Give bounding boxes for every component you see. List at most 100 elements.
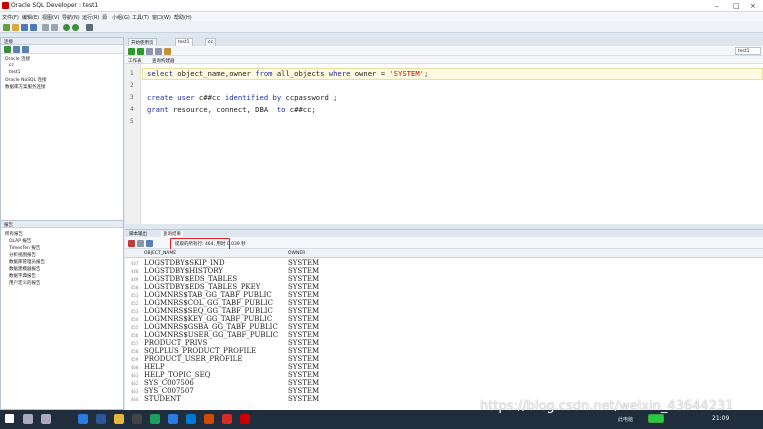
redo-icon[interactable] <box>51 24 58 31</box>
minimize-button[interactable]: – <box>715 2 719 10</box>
table-row[interactable]: 455 LOGMNRS$GSBA_GG_TABF_PUBLIC SYSTEM <box>125 323 763 331</box>
print-icon[interactable] <box>137 240 144 247</box>
rollback-icon[interactable] <box>155 48 162 55</box>
cell-owner[interactable]: SYSTEM <box>288 347 319 355</box>
tree-item-cc[interactable]: cc <box>9 63 14 68</box>
sql-editor[interactable]: 1 2 3 4 5 select object_name,owner from … <box>125 64 763 224</box>
cell-object-name[interactable]: LOGSTDBY$SKIP_IND <box>144 259 225 267</box>
app-icon[interactable] <box>204 414 214 424</box>
tree-item-nosql[interactable]: Oracle NoSQL 连接 <box>5 77 47 83</box>
cell-object-name[interactable]: SYS_C007506 <box>144 379 194 387</box>
forward-icon[interactable] <box>72 24 79 31</box>
menu-edit[interactable]: 编辑(E) <box>22 14 39 21</box>
tree-item-dictionary[interactable]: 数据字典报告 <box>9 273 36 279</box>
table-row[interactable]: 462 SYS_C007506 SYSTEM <box>125 379 763 387</box>
table-row[interactable]: 447 LOGSTDBY$SKIP_IND SYSTEM <box>125 259 763 267</box>
new-icon[interactable] <box>3 24 10 31</box>
menu-tools[interactable]: 工具(T) <box>132 14 149 21</box>
add-connection-icon[interactable] <box>4 46 11 53</box>
edge-icon[interactable] <box>168 414 178 424</box>
cell-object-name[interactable]: LOGSTDBY$HISTORY <box>144 267 223 275</box>
tree-item-dba[interactable]: 数据库管理员报告 <box>9 259 45 265</box>
run-statement-icon[interactable] <box>128 48 135 55</box>
cell-object-name[interactable]: LOGMNRS$USER_GG_TABF_PUBLIC <box>144 331 278 339</box>
menu-navigate[interactable]: 导航(N) <box>62 14 80 21</box>
tree-item-olap[interactable]: OLAP 报告 <box>9 238 31 244</box>
tree-item-schema[interactable]: 数据库方案服务连接 <box>5 84 46 90</box>
cell-object-name[interactable]: LOGMNRS$COL_GG_TABF_PUBLIC <box>144 299 273 307</box>
menu-run[interactable]: 运行(R) <box>82 14 99 21</box>
cell-object-name[interactable]: HELP <box>144 363 165 371</box>
menu-view[interactable]: 视图(V) <box>42 14 59 21</box>
cell-owner[interactable]: SYSTEM <box>288 363 319 371</box>
cell-owner[interactable]: SYSTEM <box>288 379 319 387</box>
cell-object-name[interactable]: PRODUCT_USER_PROFILE <box>144 355 242 363</box>
cell-object-name[interactable]: PRODUCT_PRIVS <box>144 339 207 347</box>
cell-owner[interactable]: SYSTEM <box>288 387 319 395</box>
run-script-icon[interactable] <box>137 48 144 55</box>
cell-owner[interactable]: SYSTEM <box>288 299 319 307</box>
explain-icon[interactable] <box>164 48 171 55</box>
cell-object-name[interactable]: LOGMNRS$SEQ_GG_TABF_PUBLIC <box>144 307 273 315</box>
undo-icon[interactable] <box>42 24 49 31</box>
column-header-owner[interactable]: OWNER <box>288 251 305 256</box>
table-row[interactable]: 459 PRODUCT_USER_PROFILE SYSTEM <box>125 355 763 363</box>
pin-icon[interactable] <box>128 240 135 247</box>
table-row[interactable]: 457 PRODUCT_PRIVS SYSTEM <box>125 339 763 347</box>
cell-owner[interactable]: SYSTEM <box>288 323 319 331</box>
table-row[interactable]: 448 LOGSTDBY$HISTORY SYSTEM <box>125 267 763 275</box>
cell-owner[interactable]: SYSTEM <box>288 307 319 315</box>
cell-object-name[interactable]: SQLPLUS_PRODUCT_PROFILE <box>144 347 256 355</box>
browser-icon[interactable] <box>78 414 88 424</box>
word-icon[interactable] <box>96 414 106 424</box>
cell-owner[interactable]: SYSTEM <box>288 283 319 291</box>
table-row[interactable]: 453 LOGMNRS$SEQ_GG_TABF_PUBLIC SYSTEM <box>125 307 763 315</box>
tab-start[interactable]: 开始使用页 <box>128 38 157 46</box>
cell-object-name[interactable]: HELP_TOPIC_SEQ <box>144 371 210 379</box>
save-all-icon[interactable] <box>30 24 37 31</box>
connection-selector[interactable]: test1 <box>735 47 761 55</box>
table-row[interactable]: 451 LOGMNRS$TAB_GG_TABF_PUBLIC SYSTEM <box>125 291 763 299</box>
maximize-button[interactable]: □ <box>733 2 740 10</box>
save-icon[interactable] <box>21 24 28 31</box>
app-icon[interactable] <box>150 414 160 424</box>
table-row[interactable]: 454 LOGMNRS$KEY_GG_TABF_PUBLIC SYSTEM <box>125 315 763 323</box>
commit-icon[interactable] <box>146 48 153 55</box>
cell-object-name[interactable]: STUDENT <box>144 395 181 403</box>
app-icon[interactable] <box>132 414 142 424</box>
cell-owner[interactable]: SYSTEM <box>288 371 319 379</box>
tree-item-modeler[interactable]: 数据建模器报告 <box>9 266 41 272</box>
menu-source[interactable]: 源 <box>102 14 107 21</box>
close-button[interactable]: × <box>750 2 756 10</box>
tab-test1[interactable]: test1 <box>175 38 193 46</box>
cell-owner[interactable]: SYSTEM <box>288 275 319 283</box>
table-row[interactable]: 458 SQLPLUS_PRODUCT_PROFILE SYSTEM <box>125 347 763 355</box>
tree-item-all-reports[interactable]: 所有报告 <box>5 231 23 237</box>
tree-item-user-defined[interactable]: 用户定义的报告 <box>9 280 41 286</box>
result-grid[interactable]: OBJECT_NAME OWNER 447 LOGSTDBY$SKIP_IND SY… <box>125 249 763 410</box>
back-icon[interactable] <box>63 24 70 31</box>
explorer-icon[interactable] <box>114 414 124 424</box>
cell-object-name[interactable]: LOGSTDBY$EDS_TABLES <box>144 275 237 283</box>
column-header-object-name[interactable]: OBJECT_NAME <box>144 251 176 256</box>
cell-owner[interactable]: SYSTEM <box>288 331 319 339</box>
tree-item-timesten[interactable]: TimesTen 报告 <box>9 245 40 251</box>
cell-owner[interactable]: SYSTEM <box>288 339 319 347</box>
task-view-icon[interactable] <box>41 414 51 424</box>
menu-file[interactable]: 文件(F) <box>2 14 19 21</box>
refresh-icon[interactable] <box>13 46 20 53</box>
sql-developer-icon[interactable] <box>240 414 250 424</box>
sql-icon[interactable] <box>86 24 93 31</box>
cell-owner[interactable]: SYSTEM <box>288 395 319 403</box>
table-row[interactable]: 452 LOGMNRS$COL_GG_TABF_PUBLIC SYSTEM <box>125 299 763 307</box>
app-icon[interactable] <box>222 414 232 424</box>
cell-owner[interactable]: SYSTEM <box>288 267 319 275</box>
table-row[interactable]: 456 LOGMNRS$USER_GG_TABF_PUBLIC SYSTEM <box>125 331 763 339</box>
tree-item-analytic[interactable]: 分析视图报告 <box>9 252 36 258</box>
cell-owner[interactable]: SYSTEM <box>288 259 319 267</box>
start-icon[interactable] <box>5 414 14 423</box>
tree-item-test1[interactable]: test1 <box>9 70 21 75</box>
table-row[interactable]: 463 SYS_C007507 SYSTEM <box>125 387 763 395</box>
table-row[interactable]: 460 HELP SYSTEM <box>125 363 763 371</box>
cell-object-name[interactable]: LOGMNRS$TAB_GG_TABF_PUBLIC <box>144 291 272 299</box>
